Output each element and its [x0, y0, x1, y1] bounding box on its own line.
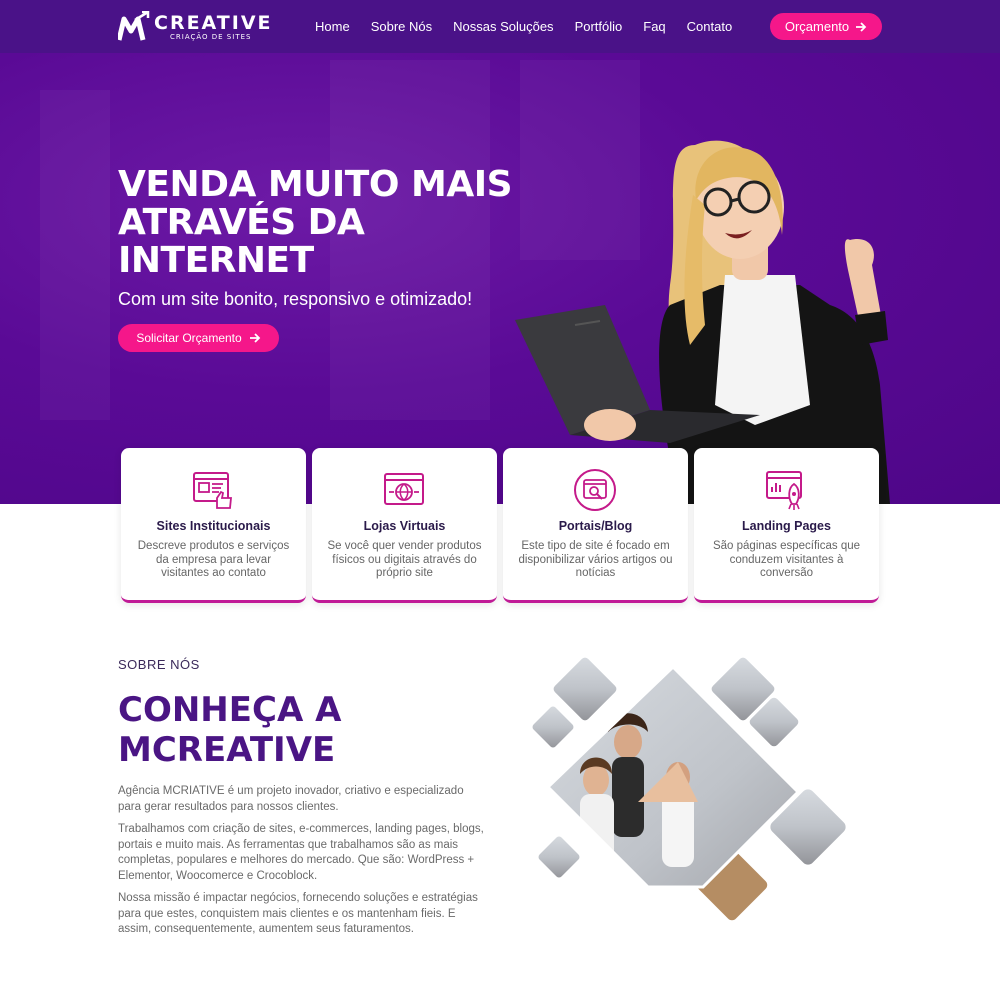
- about-title: CONHEÇA A MCREATIVE: [118, 690, 478, 770]
- card-sites-institucionais[interactable]: Sites Institucionais Descreve produtos e…: [121, 448, 306, 603]
- hero-headline: VENDA MUITO MAIS ATRAVÉS DA INTERNET: [118, 166, 538, 280]
- background-shape: [40, 90, 110, 420]
- rocket-chart-icon: [766, 471, 802, 510]
- hero-section: CREATIVE CRIAÇÃO DE SITES Home Sobre Nós…: [0, 0, 1000, 504]
- solicitar-orcamento-button[interactable]: Solicitar Orçamento: [118, 324, 279, 352]
- about-text: Agência MCRIATIVE é um projeto inovador,…: [118, 784, 486, 945]
- about-paragraph: Agência MCRIATIVE é um projeto inovador,…: [118, 785, 464, 813]
- headline-line-2: ATRAVÉS DA: [118, 202, 365, 243]
- card-title: Landing Pages: [742, 519, 831, 533]
- orcamento-label: Orçamento: [784, 19, 850, 34]
- arrow-right-icon: [249, 333, 260, 343]
- card-description: Este tipo de site é focado em disponibil…: [518, 540, 673, 579]
- hero-subheadline: Com um site bonito, responsivo e otimiza…: [118, 289, 473, 309]
- brand-logo[interactable]: CREATIVE CRIAÇÃO DE SITES: [118, 9, 271, 43]
- card-description: Descreve produtos e serviços da empresa …: [137, 540, 290, 579]
- orcamento-button[interactable]: Orçamento: [770, 13, 882, 40]
- solicitar-orcamento-label: Solicitar Orçamento: [136, 331, 242, 345]
- nav-sobre-nos[interactable]: Sobre Nós: [371, 19, 432, 34]
- logo-m-arrow-icon: [118, 11, 150, 41]
- globe-browser-icon: [384, 473, 424, 505]
- about-title-line-1: CONHEÇA A: [118, 690, 342, 730]
- about-paragraph: Nossa missão é impactar negócios, fornec…: [118, 892, 478, 935]
- nav-nossas-solucoes[interactable]: Nossas Soluções: [453, 19, 553, 34]
- headline-line-3: INTERNET: [118, 240, 314, 281]
- nav-faq[interactable]: Faq: [643, 19, 665, 34]
- arrow-right-icon: [856, 21, 867, 32]
- website-thumbs-up-icon: [193, 472, 232, 509]
- card-title: Sites Institucionais: [156, 519, 271, 533]
- logo-wordmark: CREATIVE: [154, 12, 273, 34]
- about-title-line-2: MCREATIVE: [118, 730, 336, 770]
- search-browser-icon: [574, 469, 616, 511]
- nav-home[interactable]: Home: [315, 19, 350, 34]
- logo-tagline: CRIAÇÃO DE SITES: [170, 33, 252, 41]
- card-description: São páginas específicas que conduzem vis…: [712, 540, 861, 579]
- card-title: Lojas Virtuais: [363, 519, 446, 533]
- nav-portfolio[interactable]: Portfólio: [575, 19, 623, 34]
- main-nav: Home Sobre Nós Nossas Soluções Portfólio…: [315, 19, 753, 34]
- services-cards: Sites Institucionais Descreve produtos e…: [121, 448, 881, 604]
- card-landing-pages[interactable]: Landing Pages São páginas específicas qu…: [694, 448, 879, 603]
- about-eyebrow: SOBRE NÓS: [118, 657, 200, 672]
- headline-line-1: VENDA MUITO MAIS: [118, 164, 513, 205]
- landing-page: CREATIVE CRIAÇÃO DE SITES Home Sobre Nós…: [0, 0, 1000, 1000]
- card-title: Portais/Blog: [558, 519, 633, 533]
- about-paragraph: Trabalhamos com criação de sites, e-comm…: [118, 823, 484, 882]
- card-portais-blog[interactable]: Portais/Blog Este tipo de site é focado …: [503, 448, 688, 603]
- card-description: Se você quer vender produtos físicos ou …: [327, 540, 482, 579]
- team-photo-collage: [529, 654, 849, 924]
- card-lojas-virtuais[interactable]: Lojas Virtuais Se você quer vender produ…: [312, 448, 497, 603]
- nav-contato[interactable]: Contato: [687, 19, 733, 34]
